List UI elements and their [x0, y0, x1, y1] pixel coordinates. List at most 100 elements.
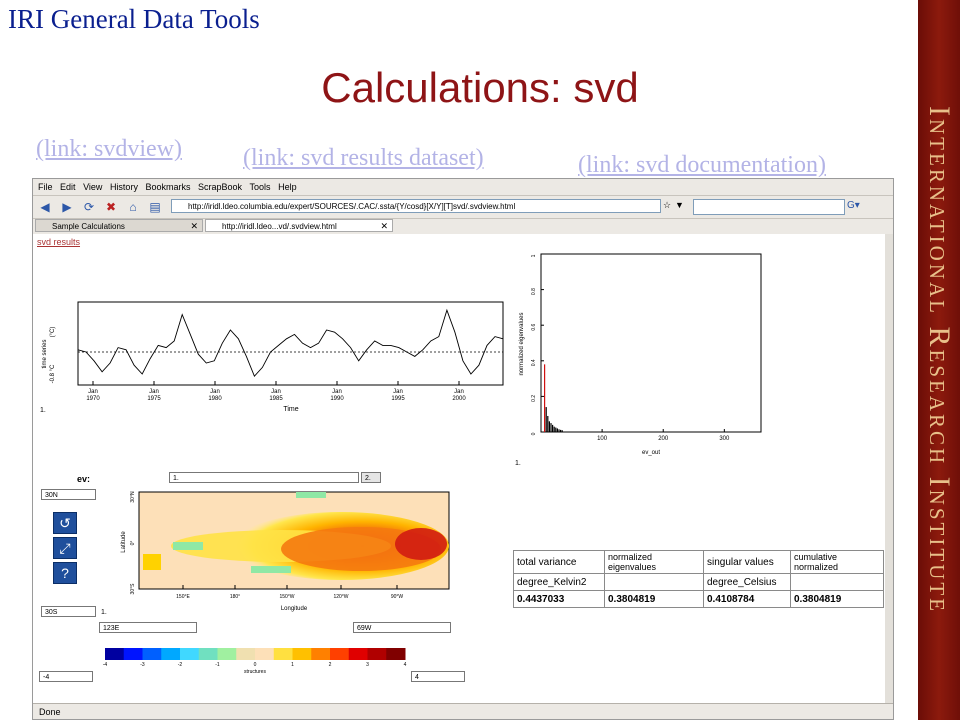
ts-caption: 1.: [40, 407, 46, 414]
ts-plot-frame: [77, 301, 504, 386]
map-xtick-label: 180°: [230, 594, 240, 600]
stats-header-row: total variance normalized eigenvalues si…: [513, 550, 884, 574]
colorbar-swatch: [217, 648, 237, 660]
colorbar: -4 -3 -2 -1 0 1 2 3 4 structures: [103, 648, 407, 675]
tab-sample-calculations[interactable]: Sample Calculations ✕: [35, 219, 203, 232]
menu-tools[interactable]: Tools: [250, 182, 271, 192]
zoom-out-icon[interactable]: ⤢: [53, 537, 77, 559]
eig-xtick-label: 100: [597, 436, 608, 442]
colorbar-min-input[interactable]: -4: [39, 671, 93, 682]
lon-left-input[interactable]: 123E: [99, 622, 197, 633]
colorbar-tick-label: 4: [404, 662, 407, 668]
home-icon[interactable]: ⌂: [125, 199, 141, 215]
forward-icon[interactable]: ▶: [59, 199, 75, 215]
stop-icon[interactable]: ✖: [103, 199, 119, 215]
url-dropdown-icon[interactable]: ▼: [675, 200, 684, 210]
menu-help[interactable]: Help: [278, 182, 297, 192]
menu-bar: File Edit View History Bookmarks ScrapBo…: [33, 179, 893, 195]
ts-ylabel-unit: (°C): [50, 327, 56, 338]
url-field[interactable]: http://iridl.ldeo.columbia.edu/expert/SO…: [171, 199, 661, 213]
colorbar-swatch: [367, 648, 387, 660]
stats-header-cell: normalized eigenvalues: [604, 550, 704, 574]
colorbar-swatch: [292, 648, 312, 660]
eigenvalue-chart: 0 0.2 0.4 0.6 0.8 1 100 200 300 normalized eige…: [519, 253, 762, 456]
ts-xtick-month: Jan: [149, 389, 159, 395]
ts-xtick-year: 1975: [147, 396, 161, 402]
colorbar-label: structures: [244, 669, 266, 675]
ev-input[interactable]: 1.: [169, 472, 359, 483]
eig-bars: [544, 364, 563, 432]
brand-title: IRI General Data Tools: [8, 4, 260, 34]
menu-bookmarks[interactable]: Bookmarks: [145, 182, 190, 192]
svd-results-link[interactable]: svd results: [37, 237, 80, 247]
stats-header-cell: total variance: [513, 550, 605, 574]
colorbar-swatch: [386, 648, 406, 660]
colorbar-tick-label: -2: [178, 662, 183, 668]
ts-xticks: Jan1970Jan1975Jan1980Jan1985Jan1990Jan19…: [86, 381, 466, 402]
stats-unit-cell: [604, 573, 704, 591]
help-icon[interactable]: ?: [53, 562, 77, 584]
eig-ytick-label: 0.4: [531, 359, 537, 366]
svd-structure-map: Latitude 30°N 0° 30°S 150°E 180° 150°W 120°W 9…: [121, 491, 450, 612]
menu-scrapbook[interactable]: ScrapBook: [198, 182, 242, 192]
ts-ylabel-min: -0.8 °C: [50, 364, 56, 383]
colorbar-tick-label: -3: [140, 662, 145, 668]
tab-label: Sample Calculations: [52, 222, 125, 231]
menu-file[interactable]: File: [38, 182, 53, 192]
ev-next-button[interactable]: 2.: [361, 472, 381, 483]
navigation-toolbar: ◀ ▶ ⟳ ✖ ⌂ ▤ http://iridl.ldeo.columbia.e…: [33, 195, 893, 219]
close-icon[interactable]: ✕: [190, 220, 198, 231]
map-ytick-label: 0°: [130, 541, 136, 546]
search-engine-icon[interactable]: G▾: [847, 200, 860, 211]
status-bar: Done: [33, 703, 893, 719]
stats-header-cell: cumulative normalized: [790, 550, 884, 574]
lon-right-input[interactable]: 69W: [353, 622, 451, 633]
tab-svdview[interactable]: http://iridl.ldeo...vd/.svdview.html ✕: [205, 219, 393, 232]
browser-window: File Edit View History Bookmarks ScrapBo…: [32, 178, 894, 720]
search-input[interactable]: [693, 199, 845, 215]
time-series-chart: time series (°C) -0.8 °C Jan1970Jan1975J…: [42, 301, 504, 413]
link-svd-results-dataset[interactable]: (link: svd results dataset): [243, 145, 484, 172]
reload-icon[interactable]: ⟳: [81, 199, 97, 215]
vertical-scrollbar[interactable]: [885, 234, 893, 704]
eig-bar: [547, 415, 549, 432]
ts-ylabel: time series: [42, 339, 48, 368]
map-xtick-label: 120°W: [333, 594, 348, 600]
eig-xticks: 100 200 300: [597, 429, 730, 442]
scrapbook-icon[interactable]: ▤: [147, 199, 163, 215]
map-land-2: [251, 566, 291, 573]
stats-value-cell: 0.4437033: [513, 590, 605, 608]
eig-bar: [544, 364, 546, 432]
bookmark-star-icon[interactable]: ☆: [663, 200, 671, 211]
colorbar-max-input[interactable]: 4: [411, 671, 465, 682]
colorbar-swatch: [311, 648, 331, 660]
eig-caption: 1.: [515, 460, 521, 467]
ts-xtick-month: Jan: [88, 389, 98, 395]
close-icon[interactable]: ✕: [380, 220, 388, 231]
colorbar-swatches: [105, 648, 406, 660]
link-svdview[interactable]: (link: svdview): [36, 136, 182, 163]
eig-yticks: 0 0.2 0.4 0.6 0.8 1: [531, 253, 544, 435]
colorbar-swatch: [236, 648, 256, 660]
ts-xtick-month: Jan: [271, 389, 281, 395]
map-ylabel: Latitude: [121, 531, 127, 553]
ts-series-line: [77, 308, 504, 378]
eig-bar: [552, 424, 554, 432]
back-icon[interactable]: ◀: [37, 199, 53, 215]
tab-bar: Sample Calculations ✕ http://iridl.ldeo.…: [33, 218, 893, 233]
eig-xlabel: ev_out: [642, 450, 660, 456]
menu-view[interactable]: View: [83, 182, 102, 192]
map-land-1: [173, 542, 203, 550]
lat-top-input[interactable]: 30N: [41, 489, 96, 500]
ts-xtick-year: 1990: [330, 396, 344, 402]
map-xtick-label: 150°E: [176, 594, 190, 600]
menu-edit[interactable]: Edit: [60, 182, 76, 192]
ts-xtick-year: 1995: [391, 396, 405, 402]
refresh-icon[interactable]: ↺: [53, 512, 77, 534]
slide-title: Calculations: svd: [321, 64, 639, 111]
menu-history[interactable]: History: [110, 182, 138, 192]
stats-unit-row: degree_Kelvin2 degree_Celsius: [513, 573, 884, 591]
lat-bottom-input[interactable]: 30S: [41, 606, 96, 617]
link-svd-documentation[interactable]: (link: svd documentation): [578, 152, 826, 179]
eig-bar: [556, 428, 558, 432]
